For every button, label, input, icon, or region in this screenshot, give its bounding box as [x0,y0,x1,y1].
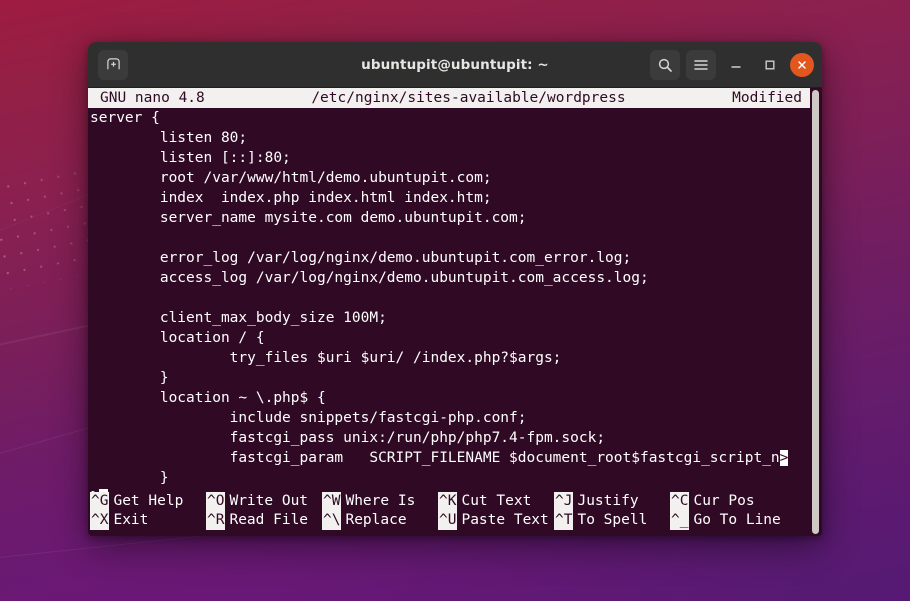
nano-shortcut-label: Paste Text [457,511,548,530]
nano-line: listen 80; [90,128,822,148]
terminal-window: ubuntupit@ubuntupit: ~ [88,42,822,536]
nano-shortcut-label: Write Out [225,492,308,511]
nano-line: index index.php index.html index.htm; [90,188,822,208]
nano-line: client_max_body_size 100M; [90,308,822,328]
search-button[interactable] [650,50,680,80]
nano-shortcut-key: ^O [206,492,225,511]
nano-shortcut[interactable]: ^JJustify [554,492,670,511]
nano-line: location / { [90,328,822,348]
nano-line: server_name mysite.com demo.ubuntupit.co… [90,208,822,228]
nano-shortcut[interactable]: ^RRead File [206,511,322,530]
nano-shortcut[interactable]: ^\Replace [322,511,438,530]
nano-shortcut-label: Read File [225,511,308,530]
nano-line: server { [90,108,822,128]
search-icon [657,57,673,73]
maximize-icon [764,59,776,71]
nano-shortcut[interactable]: ^_Go To Line [670,511,786,530]
hamburger-menu-icon [693,58,709,72]
nano-line: } [90,368,822,388]
nano-shortcut-key: ^U [438,511,457,530]
nano-shortcut[interactable]: ^UPaste Text [438,511,554,530]
nano-shortcut[interactable]: ^TTo Spell [554,511,670,530]
minimize-button[interactable] [722,51,750,79]
scrollbar-thumb[interactable] [812,90,819,534]
menu-button[interactable] [686,50,716,80]
nano-line: access_log /var/log/nginx/demo.ubuntupit… [90,268,822,288]
nano-shortcut-key: ^_ [670,511,689,530]
nano-shortcut-label: Get Help [109,492,183,511]
nano-line: root /var/www/html/demo.ubuntupit.com; [90,168,822,188]
line-continuation-marker: > [780,450,789,466]
nano-line: fastcgi_param SCRIPT_FILENAME $document_… [90,448,822,468]
nano-shortcut-key: ^X [90,511,109,530]
nano-shortcut[interactable]: ^CCur Pos [670,492,786,511]
nano-shortcut-key: ^K [438,492,457,511]
terminal-scrollbar[interactable] [811,90,820,534]
nano-line: fastcgi_pass unix:/run/php/php7.4-fpm.so… [90,428,822,448]
nano-shortcut-bar: ^GGet Help^OWrite Out^WWhere Is^KCut Tex… [88,492,822,530]
nano-line [90,228,822,248]
close-icon [797,60,807,70]
nano-shortcut-label: Exit [109,511,148,530]
nano-shortcut[interactable]: ^OWrite Out [206,492,322,511]
nano-shortcut-key: ^G [90,492,109,511]
title-bar: ubuntupit@ubuntupit: ~ [88,42,822,88]
nano-shortcut-key: ^J [554,492,573,511]
nano-line: } [90,468,822,488]
nano-shortcut-row-1: ^GGet Help^OWrite Out^WWhere Is^KCut Tex… [90,492,822,511]
nano-line: error_log /var/log/nginx/demo.ubuntupit.… [90,248,822,268]
new-tab-icon [106,57,121,72]
nano-shortcut-row-2: ^XExit^RRead File^\Replace^UPaste Text^T… [90,511,822,530]
nano-line: listen [::]:80; [90,148,822,168]
nano-line [90,288,822,308]
nano-text-buffer[interactable]: server { listen 80; listen [::]:80; root… [88,108,822,508]
nano-shortcut-key: ^\ [322,511,341,530]
nano-shortcut-label: Justify [573,492,638,511]
nano-shortcut-label: Go To Line [689,511,780,530]
nano-shortcut-label: Where Is [341,492,415,511]
nano-shortcut[interactable]: ^GGet Help [90,492,206,511]
nano-shortcut-key: ^R [206,511,225,530]
nano-filename: /etc/nginx/sites-available/wordpress [205,88,732,108]
nano-shortcut-label: Cur Pos [689,492,754,511]
nano-line: include snippets/fastcgi-php.conf; [90,408,822,428]
nano-version: GNU nano 4.8 [90,88,205,108]
nano-title-bar: GNU nano 4.8 /etc/nginx/sites-available/… [88,88,810,108]
maximize-button[interactable] [756,51,784,79]
nano-line: location ~ \.php$ { [90,388,822,408]
nano-shortcut-key: ^W [322,492,341,511]
nano-shortcut-key: ^T [554,511,573,530]
desktop-wallpaper: ubuntupit@ubuntupit: ~ [0,0,910,601]
close-button[interactable] [790,53,814,77]
nano-line: try_files $uri $uri/ /index.php?$args; [90,348,822,368]
nano-shortcut[interactable]: ^KCut Text [438,492,554,511]
nano-shortcut-label: Cut Text [457,492,531,511]
minimize-icon [730,59,742,71]
nano-shortcut-key: ^C [670,492,689,511]
new-tab-button[interactable] [98,50,128,80]
nano-modified-status: Modified [732,88,810,108]
nano-shortcut[interactable]: ^XExit [90,511,206,530]
title-bar-controls [650,50,814,80]
nano-shortcut[interactable]: ^WWhere Is [322,492,438,511]
nano-shortcut-label: To Spell [573,511,647,530]
nano-shortcut-label: Replace [341,511,406,530]
nano-editor[interactable]: GNU nano 4.8 /etc/nginx/sites-available/… [88,88,822,536]
